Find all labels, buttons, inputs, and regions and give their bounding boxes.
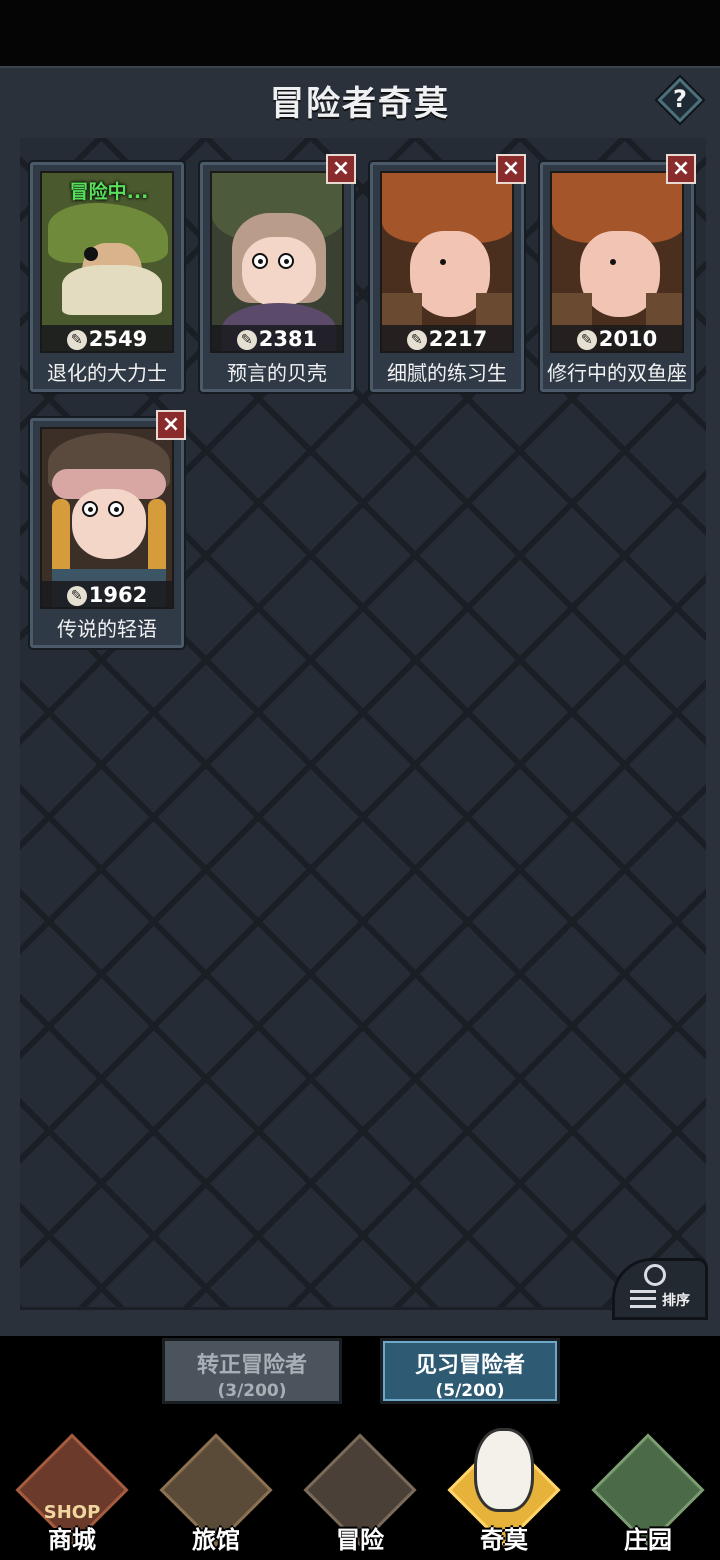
adventurer-card[interactable]: ✎ 2217 细腻的练习生 xyxy=(370,162,524,392)
adventurer-card[interactable]: ✎ 2381 预言的贝壳 xyxy=(200,162,354,392)
page-title: 冒险者奇莫 xyxy=(270,84,450,124)
nav-label: 冒险 xyxy=(336,1526,384,1554)
help-button[interactable]: ? xyxy=(656,76,704,124)
dismiss-button[interactable]: × xyxy=(496,154,526,184)
tab-trainee-adventurers[interactable]: 见习冒险者 (5/200) xyxy=(380,1338,560,1404)
question-mark-icon: ? xyxy=(673,85,687,113)
close-icon: × xyxy=(501,156,521,181)
nav-kimo[interactable]: 奇莫 xyxy=(444,1410,564,1560)
tab-count: (3/200) xyxy=(217,1381,287,1401)
power-badge: ✎ 2381 xyxy=(210,325,344,353)
power-value: 2217 xyxy=(428,327,488,351)
power-value: 2549 xyxy=(88,327,148,351)
tab-title: 转正冒险者 xyxy=(196,1353,307,1378)
nav-label: 奇莫 xyxy=(480,1526,528,1554)
nav-inn[interactable]: 旅馆 xyxy=(156,1410,276,1560)
nav-label: 旅馆 xyxy=(192,1526,240,1554)
power-badge: ✎ 1962 xyxy=(40,581,174,609)
close-icon: × xyxy=(331,156,351,181)
adventurer-name: 修行中的双鱼座 xyxy=(547,361,687,385)
adventuring-status: 冒险中... xyxy=(69,181,149,203)
tab-count: (5/200) xyxy=(435,1381,505,1401)
dismiss-button[interactable]: × xyxy=(326,154,356,184)
adventurer-panel: 冒险者奇莫 ? 冒险中... ✎ 2549 退化的大力士 ✎ 2381 预言的贝… xyxy=(0,66,720,1336)
nav-label: 庄园 xyxy=(624,1526,672,1554)
quill-icon: ✎ xyxy=(406,330,427,350)
close-icon: × xyxy=(671,156,691,181)
power-value: 2381 xyxy=(258,327,318,351)
sort-button[interactable]: 排序 xyxy=(612,1258,708,1320)
adventurer-name: 传说的轻语 xyxy=(57,617,157,641)
nav-adventure[interactable]: 冒险 xyxy=(300,1410,420,1560)
adventurer-name: 退化的大力士 xyxy=(47,361,167,385)
power-badge: ✎ 2010 xyxy=(550,325,684,353)
dismiss-button[interactable]: × xyxy=(156,410,186,440)
status-bar xyxy=(0,0,720,66)
adventurer-card[interactable]: ✎ 2010 修行中的双鱼座 xyxy=(540,162,694,392)
dismiss-button[interactable]: × xyxy=(666,154,696,184)
power-badge: ✎ 2549 xyxy=(40,325,174,353)
sort-label: 排序 xyxy=(662,1293,690,1309)
adventurer-name: 细腻的练习生 xyxy=(387,361,507,385)
power-value: 2010 xyxy=(598,327,658,351)
close-icon: × xyxy=(161,412,181,437)
quill-icon: ✎ xyxy=(236,330,257,350)
quill-icon: ✎ xyxy=(66,330,87,350)
adventurer-card[interactable]: 冒险中... ✎ 2549 退化的大力士 xyxy=(30,162,184,392)
nav-label: 商城 xyxy=(48,1526,96,1554)
tab-title: 见习冒险者 xyxy=(414,1353,525,1378)
quill-icon: ✎ xyxy=(576,330,597,350)
quill-icon: ✎ xyxy=(66,586,87,606)
adventurer-card[interactable]: ✎ 1962 传说的轻语 xyxy=(30,418,184,648)
adventurer-grid: 冒险中... ✎ 2549 退化的大力士 ✎ 2381 预言的贝壳 × ✎ 22… xyxy=(20,138,706,1310)
power-value: 1962 xyxy=(88,583,148,607)
nav-manor[interactable]: 庄园 xyxy=(588,1410,708,1560)
adventurer-name: 预言的贝壳 xyxy=(227,361,327,385)
nav-shop[interactable]: SHOP 商城 xyxy=(12,1410,132,1560)
magnifier-icon xyxy=(644,1264,666,1286)
list-icon xyxy=(630,1290,656,1308)
tab-regular-adventurers[interactable]: 转正冒险者 (3/200) xyxy=(162,1338,342,1404)
bottom-navigation: SHOP 商城 旅馆 冒险 奇莫 庄园 xyxy=(0,1410,720,1560)
power-badge: ✎ 2217 xyxy=(380,325,514,353)
